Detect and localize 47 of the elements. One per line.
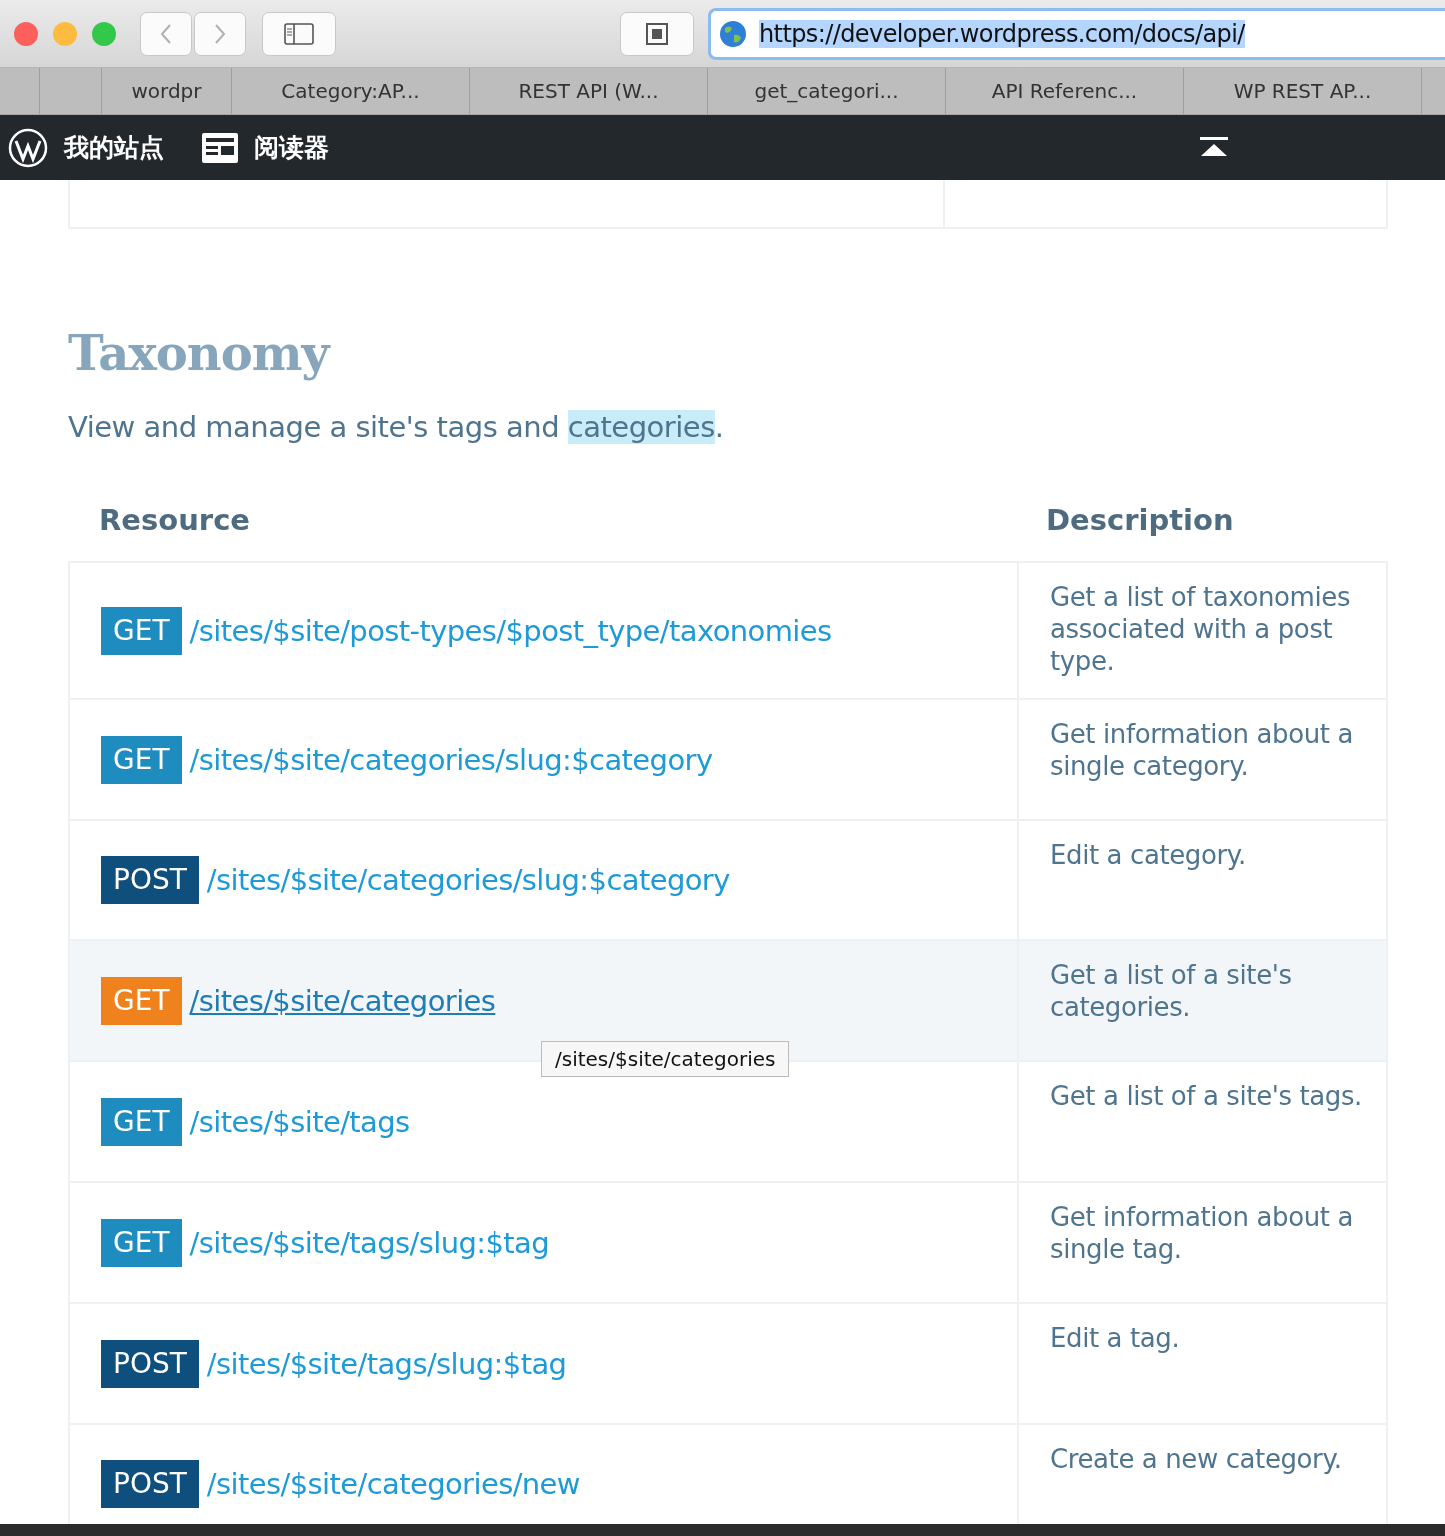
description-text: Create a new category. — [1050, 1443, 1343, 1475]
description-text: Get a list of a site's categories. — [1050, 959, 1293, 1023]
method-badge: GET — [101, 1218, 182, 1267]
method-badge: GET — [101, 735, 182, 784]
zoom-icon[interactable] — [92, 21, 116, 46]
browser-tab[interactable]: wordpr — [102, 68, 232, 114]
description-text: Edit a category. — [1050, 839, 1247, 871]
browser-tab[interactable]: WP REST AP... — [1184, 68, 1422, 114]
address-field[interactable]: https://developer.wordpress.com/docs/api/ — [708, 7, 1445, 60]
minimize-icon[interactable] — [53, 21, 77, 46]
method-badge: GET — [101, 1097, 182, 1146]
description-text: Get a list of taxonomies associated with a post type. — [1050, 581, 1352, 677]
admin-bar-link[interactable]: 阅读器 — [254, 131, 329, 164]
back-icon — [160, 22, 172, 45]
admin-bar-link[interactable]: 我的站点 — [64, 131, 164, 164]
description-text: Get information about a single category. — [1050, 718, 1354, 782]
method-badge: POST — [101, 1460, 199, 1508]
back-button[interactable] — [140, 11, 192, 56]
sidebar-icon — [284, 22, 314, 45]
description-text: Get information about a single tag. — [1050, 1201, 1354, 1265]
sidebar-button[interactable] — [262, 11, 336, 56]
globe-icon — [719, 19, 747, 48]
browser-tab[interactable]: API Referenc... — [946, 68, 1184, 114]
reader-icon[interactable] — [202, 132, 238, 163]
url-text: https://developer.wordpress.com/docs/api/ — [759, 19, 1245, 48]
description-text: Get a list of a site's tags. — [1050, 1080, 1363, 1112]
method-badge: POST — [101, 856, 199, 904]
endpoint-link[interactable]: /sites/$site/categories — [189, 983, 496, 1018]
forward-icon — [214, 22, 226, 45]
method-badge: POST — [101, 1339, 199, 1388]
close-icon[interactable] — [14, 21, 38, 46]
method-badge: GET — [101, 606, 182, 655]
reader-mode-icon — [646, 22, 668, 45]
column-header: Description — [1045, 503, 1235, 537]
tooltip: /sites/$site/categories — [541, 1041, 790, 1077]
column-header: Resource — [98, 503, 251, 537]
wordpress-logo-icon[interactable] — [8, 127, 48, 168]
method-badge: GET — [101, 976, 182, 1025]
description-text: Edit a tag. — [1050, 1322, 1181, 1354]
browser-tab[interactable]: Category:AP... — [232, 68, 470, 114]
browser-tab[interactable]: get_categori... — [708, 68, 946, 114]
collapse-up-icon[interactable] — [1200, 137, 1228, 157]
section-title: Taxonomy — [68, 324, 332, 383]
section-description: View and manage a site's tags and categories. — [68, 409, 725, 446]
forward-button[interactable] — [194, 11, 246, 56]
browser-tab[interactable]: REST API (W... — [470, 68, 708, 114]
reader-button[interactable] — [620, 11, 694, 56]
